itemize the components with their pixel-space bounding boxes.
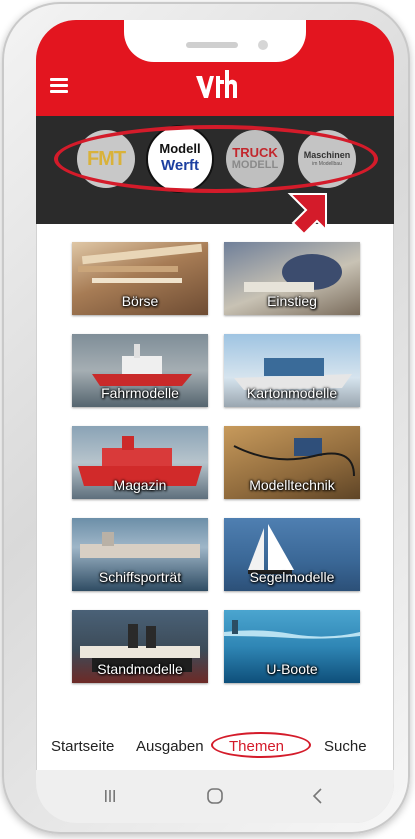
magazine-maschinen-line1: Maschinen — [303, 150, 351, 160]
topic-label-segelmodelle: Segelmodelle — [249, 569, 335, 585]
phone-frame: FMT Modell Werft TRUCK MODELL Maschinen … — [2, 2, 410, 834]
magazine-modellwerft-line2: Werft — [160, 157, 200, 174]
topic-label-modelltechnik: Modelltechnik — [249, 477, 335, 493]
nav-suche[interactable]: Suche — [324, 738, 367, 755]
topic-tile-u-boote[interactable]: U-Boote — [224, 610, 360, 683]
back-icon[interactable] — [304, 784, 332, 808]
topic-label-kartonmodelle: Kartonmodelle — [246, 385, 338, 401]
topic-label-magazin: Magazin — [113, 477, 167, 493]
screen: FMT Modell Werft TRUCK MODELL Maschinen … — [36, 20, 394, 823]
topic-label-standmodelle: Standmodelle — [97, 661, 183, 677]
magazine-maschinen[interactable]: Maschinen im Modellbau — [298, 130, 356, 188]
topic-label-schiffsportraet: Schiffsporträt — [98, 569, 182, 585]
magazine-fmt-label: FMT — [86, 148, 126, 170]
recent-apps-icon[interactable] — [96, 784, 124, 808]
system-navigation-bar — [36, 770, 394, 823]
topic-label-einstieg: Einstieg — [267, 293, 317, 309]
magazine-fmt[interactable]: FMT — [77, 130, 135, 188]
topic-tile-kartonmodelle[interactable]: Kartonmodelle — [224, 334, 360, 407]
magazine-modellwerft[interactable]: Modell Werft — [146, 125, 214, 193]
magazine-selector: FMT Modell Werft TRUCK MODELL Maschinen … — [36, 116, 394, 236]
hamburger-menu-icon[interactable] — [50, 75, 72, 97]
magazine-truckmodell[interactable]: TRUCK MODELL — [226, 130, 284, 188]
notch — [124, 20, 306, 62]
topic-label-fahrmodelle: Fahrmodelle — [101, 385, 179, 401]
home-icon[interactable] — [201, 784, 229, 808]
topic-tile-standmodelle[interactable]: Standmodelle — [72, 610, 208, 683]
vth-logo — [196, 70, 237, 98]
topic-tile-einstieg[interactable]: Einstieg — [224, 242, 360, 315]
topic-label-boerse: Börse — [121, 293, 159, 309]
nav-startseite[interactable]: Startseite — [51, 738, 114, 755]
topic-tile-schiffsportraet[interactable]: Schiffsporträt — [72, 518, 208, 591]
nav-ausgaben[interactable]: Ausgaben — [136, 738, 204, 755]
magazine-maschinen-line2: im Modellbau — [312, 161, 342, 167]
nav-themen[interactable]: Themen — [229, 738, 284, 755]
front-camera — [258, 40, 268, 50]
bottom-navigation: Startseite Ausgaben Themen Suche — [36, 738, 394, 764]
topic-tile-boerse[interactable]: Börse — [72, 242, 208, 315]
magazine-truck-line1: TRUCK — [232, 145, 278, 160]
speaker — [186, 42, 238, 48]
magazine-modellwerft-line1: Modell — [159, 141, 201, 156]
topic-tile-modelltechnik[interactable]: Modelltechnik — [224, 426, 360, 499]
topic-label-u-boote: U-Boote — [266, 661, 318, 677]
magazine-truck-line2: MODELL — [231, 159, 279, 171]
annotation-arrow — [287, 193, 327, 236]
topic-tile-magazin[interactable]: Magazin — [72, 426, 208, 499]
topic-tile-fahrmodelle[interactable]: Fahrmodelle — [72, 334, 208, 407]
topic-tile-segelmodelle[interactable]: Segelmodelle — [224, 518, 360, 591]
